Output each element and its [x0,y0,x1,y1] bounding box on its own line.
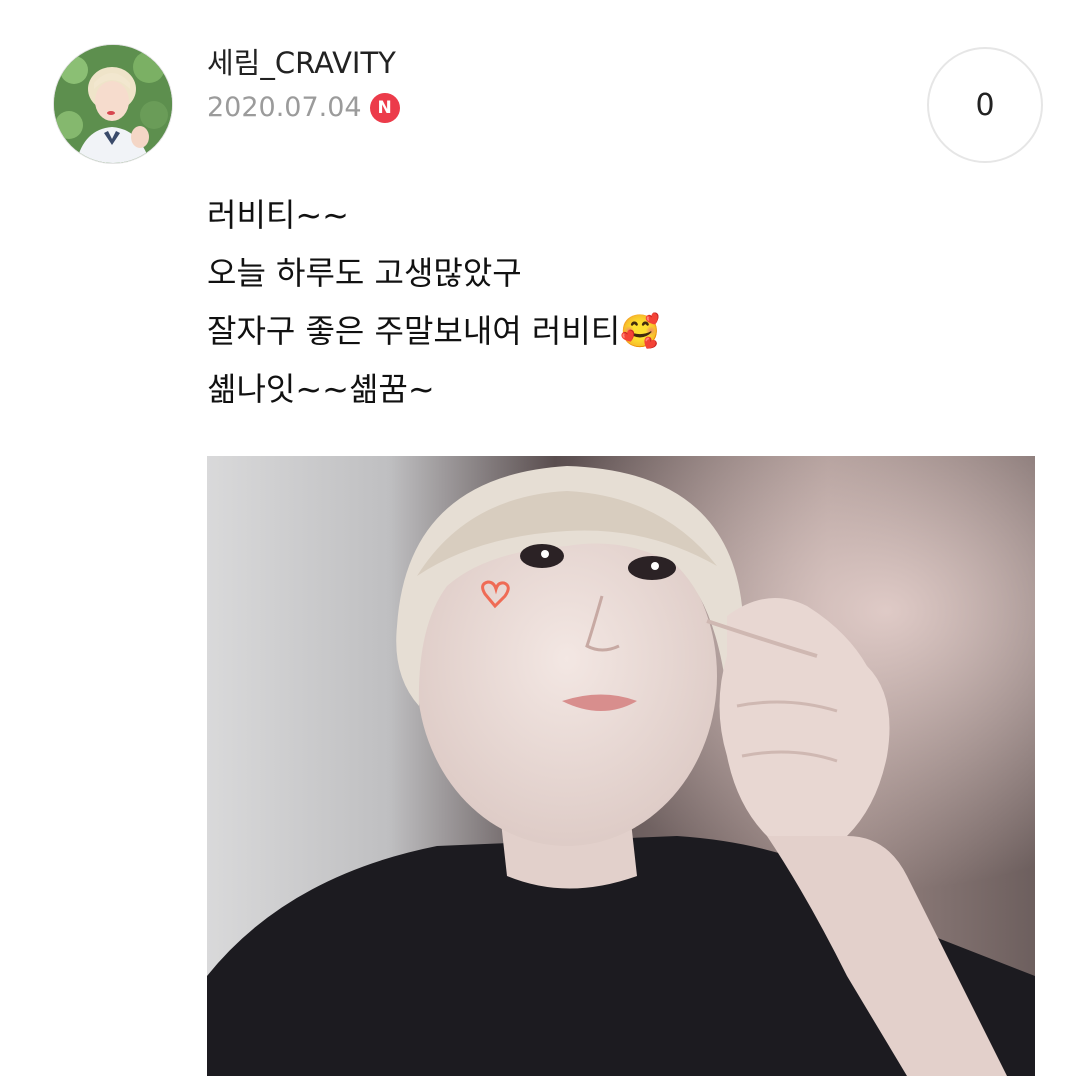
message-line: 잘자구 좋은 주말보내여 러비티🥰 [207,312,661,350]
message-line: 셺나잇~~셺꿈~ [207,370,435,408]
post-message: 러비티~~ 오늘 하루도 고생많았구 잘자구 좋은 주말보내여 러비티🥰 셺나잇… [207,186,1027,418]
author-name[interactable]: 세림_CRAVITY [207,44,396,82]
message-line: 러비티~~ [207,196,349,234]
post-photo[interactable] [207,456,1035,1076]
post-meta: 2020.07.04 N [207,89,400,127]
post-date: 2020.07.04 [207,92,362,123]
profile-avatar[interactable] [54,45,172,163]
comment-count-button[interactable]: 0 [927,47,1043,163]
new-badge-icon: N [369,93,400,123]
message-line: 오늘 하루도 고생많았구 [207,254,522,292]
